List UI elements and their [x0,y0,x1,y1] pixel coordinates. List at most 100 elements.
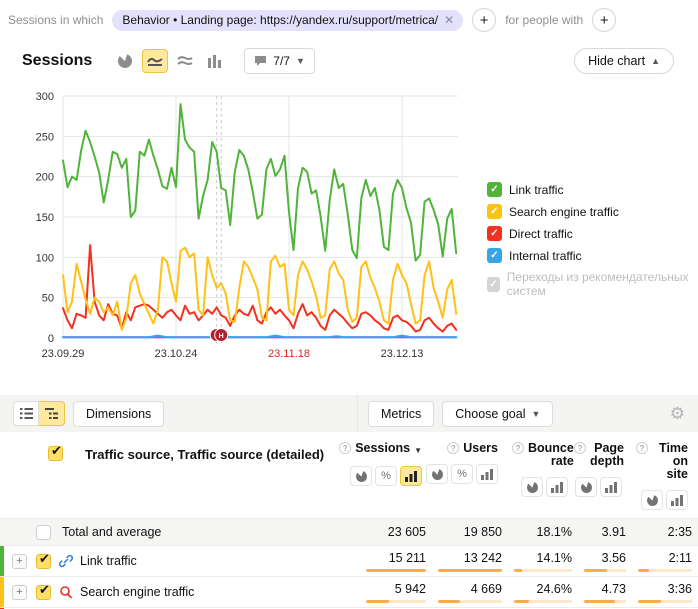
sessions-bar [366,569,426,572]
row-checkbox[interactable] [36,554,51,569]
svg-text:23.11.18: 23.11.18 [268,348,310,360]
svg-text:Н: Н [219,333,224,340]
bounce-rate-value: 14.1% [537,551,572,565]
dimensions-button[interactable]: Dimensions [73,401,164,427]
column-header-page-depth: ? Page depth [578,432,632,518]
choose-goal-button[interactable]: Choose goal ▼ [442,401,553,427]
column-chart-type-button[interactable] [202,49,228,73]
column-label[interactable]: Bounce rate [528,442,574,468]
help-icon[interactable]: ? [636,442,648,454]
percent-toggle-button[interactable]: % [375,466,397,486]
svg-text:150: 150 [36,212,54,224]
chevron-up-icon: ▲ [651,56,660,66]
legend-item-recommendation-traffic[interactable]: ✓ Переходы из рекомендательных систем [487,270,698,298]
annotations-dropdown[interactable]: 7/7 ▼ [244,48,315,74]
row-label[interactable]: Link traffic [80,554,137,568]
add-segment-button[interactable]: + [472,8,496,32]
legend-item-link-traffic[interactable]: ✓ Link traffic [487,182,698,197]
select-all-checkbox[interactable] [48,446,63,461]
svg-text:100: 100 [36,252,54,264]
bars-toggle-button[interactable] [666,490,688,510]
flat-list-view-button[interactable] [13,401,39,426]
annotations-count: 7/7 [273,54,290,68]
total-row: + Total and average 23 605 19 850 18.1% … [0,519,698,546]
total-sessions: 23 605 [388,525,426,539]
chart-type-switcher [112,49,228,73]
filter-suffix-label: for people with [505,13,583,27]
users-bar [438,600,460,603]
legend-item-direct-traffic[interactable]: ✓ Direct traffic [487,226,698,241]
legend-item-internal-traffic[interactable]: ✓ Internal traffic [487,248,698,263]
pie-toggle-button[interactable] [426,464,448,484]
bars-toggle-button[interactable] [476,464,498,484]
legend-checkbox[interactable]: ✓ [487,182,502,197]
percent-toggle-button[interactable]: % [451,464,473,484]
table-toolbar: Dimensions Metrics Choose goal ▼ ⚙ [0,395,698,432]
pie-toggle-button[interactable] [641,490,663,510]
svg-text:23.09.29: 23.09.29 [42,348,85,360]
row-color-strip [0,577,4,607]
help-icon[interactable]: ? [574,442,586,454]
link-icon [59,554,73,568]
chart-header: Sessions 7/7 ▼ Hide chart ▲ [0,46,698,76]
chip-close-icon[interactable]: ✕ [444,13,454,27]
pie-chart-icon [116,52,134,70]
help-icon[interactable]: ? [447,442,459,454]
legend-checkbox[interactable]: ✓ [487,204,502,219]
time-on-site-bar [638,600,661,603]
stacked-chart-type-button[interactable] [172,49,198,73]
svg-text:50: 50 [42,293,54,305]
segment-chip-label: Behavior • Landing page: https://yandex.… [122,13,438,27]
row-label[interactable]: Search engine traffic [80,585,194,599]
pie-toggle-button[interactable] [521,477,543,497]
add-people-filter-button[interactable]: + [592,8,616,32]
page-depth-bar [584,600,615,603]
legend-label: Direct traffic [509,227,573,241]
pie-toggle-button[interactable] [575,477,597,497]
mini-pie-icon [525,480,539,494]
pie-toggle-button[interactable] [350,466,372,486]
svg-text:0: 0 [48,333,54,345]
tree-view-button[interactable] [39,401,65,426]
legend-checkbox[interactable]: ✓ [487,248,502,263]
bounce-rate-bar [514,600,529,603]
column-header-sessions: ? Sessions ▼ % [360,432,432,518]
metrics-button[interactable]: Metrics [368,401,434,427]
sessions-value: 15 211 [389,551,426,565]
time-on-site-bar [638,569,649,572]
legend-checkbox[interactable]: ✓ [487,277,500,292]
help-icon[interactable]: ? [339,442,351,454]
segment-chip[interactable]: Behavior • Landing page: https://yandex.… [112,10,463,31]
column-label[interactable]: Time on site [652,442,688,481]
expand-button[interactable]: + [12,585,27,600]
column-label[interactable]: Sessions [355,442,410,455]
sessions-bar [366,600,389,603]
legend-item-search-traffic[interactable]: ✓ Search engine traffic [487,204,698,219]
column-label[interactable]: Users [463,442,498,455]
legend-checkbox[interactable]: ✓ [487,226,502,241]
table-header-row: Traffic source, Traffic source (detailed… [0,432,698,519]
page-depth-value: 4.73 [602,582,626,596]
mini-pie-icon [354,469,368,483]
segment-filter-bar: Sessions in which Behavior • Landing pag… [0,0,698,32]
hide-chart-button[interactable]: Hide chart ▲ [574,48,674,74]
column-header-users: ? Users % [432,432,508,518]
table-toolbar-left: Dimensions [0,395,358,432]
column-label[interactable]: Page depth [590,442,624,468]
bars-toggle-button[interactable] [400,466,422,486]
line-chart-type-button[interactable] [142,49,168,73]
pie-chart-type-button[interactable] [112,49,138,73]
bounce-rate-value: 24.6% [537,582,572,596]
line-chart-icon [147,55,163,67]
bars-toggle-button[interactable] [600,477,622,497]
expand-button[interactable]: + [12,554,27,569]
time-on-site-value: 2:11 [669,551,692,565]
filter-prefix-label: Sessions in which [8,13,103,27]
bars-toggle-button[interactable] [546,477,568,497]
row-checkbox[interactable] [36,585,51,600]
gear-icon[interactable]: ⚙ [670,404,685,424]
sessions-value: 5 942 [395,582,426,596]
svg-text:300: 300 [36,91,54,103]
help-icon[interactable]: ? [512,442,524,454]
total-row-checkbox[interactable] [36,525,51,540]
